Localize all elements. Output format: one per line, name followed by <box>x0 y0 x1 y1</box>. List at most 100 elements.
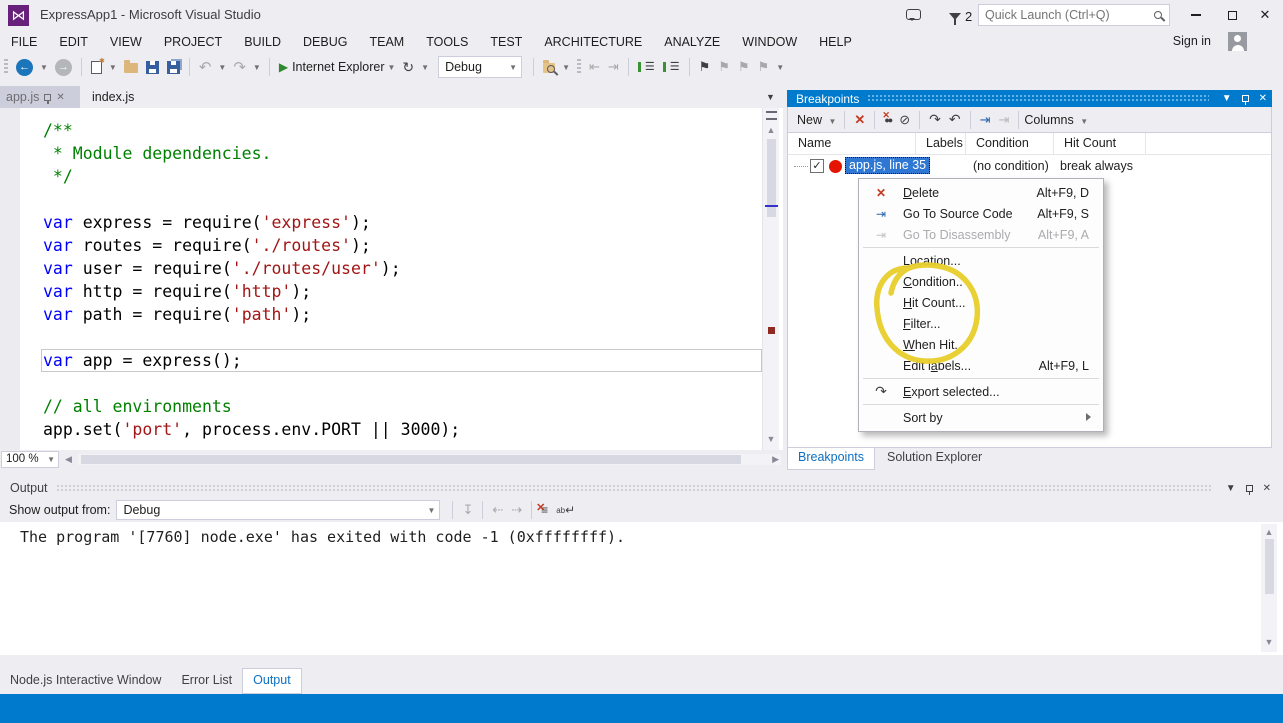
menu-window[interactable]: WINDOW <box>731 31 808 53</box>
column-header-name[interactable]: Name <box>788 133 916 155</box>
context-menu-item-location[interactable]: Location... <box>859 250 1103 271</box>
decrease-indent-icon[interactable]: ☰ <box>638 62 655 72</box>
menu-team[interactable]: TEAM <box>358 31 415 53</box>
user-avatar-icon[interactable] <box>1228 32 1247 51</box>
tab-index-js[interactable]: index.js <box>84 86 142 108</box>
window-position-dropdown-icon[interactable]: ▼ <box>1222 93 1232 104</box>
redo-dropdown-icon[interactable]: ▼ <box>253 63 261 72</box>
context-menu-item-sort-by[interactable]: Sort by <box>859 407 1103 428</box>
breakpoint-name[interactable]: app.js, line 35 <box>845 157 930 174</box>
save-all-icon[interactable] <box>167 61 180 74</box>
redo-icon[interactable]: ↷ <box>233 58 246 76</box>
tab-nodejs-interactive-window[interactable]: Node.js Interactive Window <box>0 668 171 687</box>
zoom-control[interactable]: 100 % ▼ <box>1 451 59 468</box>
uncomment-icon[interactable]: ⇥ <box>608 59 619 75</box>
editor-horizontal-scrollbar[interactable]: ▶ <box>78 454 781 465</box>
notifications-button[interactable]: 2 <box>949 9 972 24</box>
quick-launch-input[interactable] <box>979 8 1154 22</box>
scroll-left-icon[interactable]: ◀ <box>65 454 72 465</box>
scroll-up-icon[interactable]: ▲ <box>1261 527 1277 537</box>
pin-icon[interactable] <box>1242 95 1249 102</box>
new-file-dropdown-icon[interactable]: ▼ <box>109 63 117 72</box>
toggle-bookmark-icon[interactable]: ⚑ <box>699 59 711 75</box>
output-panel-titlebar[interactable]: Output ▼ ✕ <box>0 478 1276 498</box>
save-icon[interactable] <box>146 61 159 74</box>
editor-vertical-scrollbar[interactable]: ▲ ▼ <box>762 108 779 450</box>
context-menu-item-go-to-disassembly[interactable]: ⇥ Go To Disassembly Alt+F9, A <box>859 224 1103 245</box>
refresh-icon[interactable]: ↻ <box>402 59 414 76</box>
menu-test[interactable]: TEST <box>479 31 533 53</box>
clear-bookmarks-icon[interactable]: ⚑ <box>758 59 770 75</box>
scrollbar-thumb[interactable] <box>1265 539 1274 594</box>
new-breakpoint-button[interactable]: New ▼ <box>797 113 839 127</box>
tab-output[interactable]: Output <box>242 668 302 694</box>
previous-bookmark-icon[interactable]: ⚑ <box>718 59 730 75</box>
scroll-down-icon[interactable]: ▼ <box>1261 637 1277 647</box>
previous-message-icon[interactable]: ⇠ <box>492 502 503 518</box>
new-file-icon[interactable] <box>91 61 102 74</box>
disable-all-breakpoints-icon[interactable]: ⊘ <box>899 112 910 128</box>
delete-breakpoint-icon[interactable]: ✕ <box>854 112 865 128</box>
code-editor[interactable]: /** * Module dependencies. */ var expres… <box>0 108 783 450</box>
toggle-word-wrap-icon[interactable]: ab↵ <box>556 503 575 517</box>
menu-help[interactable]: HELP <box>808 31 863 53</box>
increase-indent-icon[interactable]: ☰ <box>663 62 680 72</box>
navigate-forward-icon[interactable]: → <box>55 59 72 76</box>
output-console[interactable]: The program '[7760] node.exe' has exited… <box>0 522 1283 655</box>
toolbar-grip[interactable] <box>4 59 8 75</box>
breakpoints-panel-titlebar[interactable]: Breakpoints ▼ ✕ <box>787 90 1272 107</box>
breakpoint-row[interactable]: ✓ app.js, line 35 (no condition) break a… <box>788 156 1271 177</box>
tab-breakpoints[interactable]: Breakpoints <box>787 448 875 470</box>
tab-list-dropdown-icon[interactable]: ▼ <box>766 92 775 102</box>
start-debug-icon[interactable]: ▶ <box>279 60 288 74</box>
scroll-right-icon[interactable]: ▶ <box>772 454 779 465</box>
clear-all-output-icon[interactable]: ≡✕ <box>541 503 548 517</box>
undo-dropdown-icon[interactable]: ▼ <box>218 63 226 72</box>
tab-app-js[interactable]: app.js ✕ <box>0 86 80 108</box>
breakpoint-margin[interactable] <box>0 108 20 450</box>
menu-edit[interactable]: EDIT <box>48 31 98 53</box>
export-all-breakpoints-icon[interactable]: ↷ <box>929 111 941 128</box>
scroll-up-icon[interactable]: ▲ <box>763 125 779 135</box>
comment-out-icon[interactable]: ⇤ <box>589 59 600 75</box>
code-area[interactable]: /** * Module dependencies. */ var expres… <box>43 119 460 441</box>
pin-icon[interactable] <box>44 94 51 101</box>
menu-project[interactable]: PROJECT <box>153 31 233 53</box>
tab-solution-explorer[interactable]: Solution Explorer <box>875 448 994 470</box>
tab-error-list[interactable]: Error List <box>171 668 242 687</box>
menu-file[interactable]: FILE <box>0 31 48 53</box>
go-to-disassembly-icon[interactable]: ⇥ <box>998 112 1009 128</box>
browser-select-dropdown-icon[interactable]: ▼ <box>388 63 396 72</box>
column-header-hit-count[interactable]: Hit Count <box>1054 133 1146 155</box>
scroll-down-icon[interactable]: ▼ <box>763 434 779 444</box>
close-tab-icon[interactable]: ✕ <box>56 92 64 103</box>
menu-analyze[interactable]: ANALYZE <box>653 31 731 53</box>
output-source-combo[interactable]: Debug ▼ <box>116 500 440 520</box>
refresh-dropdown-icon[interactable]: ▼ <box>421 63 429 72</box>
navigate-backward-dropdown-icon[interactable]: ▼ <box>40 63 48 72</box>
scrollbar-thumb[interactable] <box>81 455 741 464</box>
menu-debug[interactable]: DEBUG <box>292 31 358 53</box>
context-menu-item-hit-count[interactable]: Hit Count... <box>859 292 1103 313</box>
window-position-dropdown-icon[interactable]: ▼ <box>1226 483 1236 494</box>
feedback-icon[interactable] <box>906 9 921 20</box>
find-in-files-icon[interactable] <box>543 61 555 73</box>
context-menu-item-when-hit[interactable]: When Hit... <box>859 334 1103 355</box>
solution-configuration-combo[interactable]: Debug ▼ <box>438 56 522 78</box>
go-to-source-code-icon[interactable]: ⇥ <box>980 112 991 128</box>
close-panel-icon[interactable]: ✕ <box>1259 93 1267 104</box>
delete-all-breakpoints-icon[interactable]: ●●✕ <box>884 115 891 125</box>
menu-tools[interactable]: TOOLS <box>415 31 479 53</box>
menu-view[interactable]: VIEW <box>99 31 153 53</box>
maximize-button[interactable] <box>1214 0 1250 30</box>
sign-in-link[interactable]: Sign in <box>1173 34 1211 48</box>
next-message-icon[interactable]: ⇢ <box>511 502 522 518</box>
menu-architecture[interactable]: ARCHITECTURE <box>533 31 653 53</box>
column-header-labels[interactable]: Labels <box>916 133 966 155</box>
next-bookmark-icon[interactable]: ⚑ <box>738 59 750 75</box>
context-menu-item-export-selected[interactable]: ↷ Export selected... <box>859 381 1103 402</box>
navigate-backward-icon[interactable]: ← <box>16 59 33 76</box>
context-menu-item-edit-labels[interactable]: Edit labels... Alt+F9, L <box>859 355 1103 376</box>
close-button[interactable]: ✕ <box>1247 0 1283 30</box>
menu-build[interactable]: BUILD <box>233 31 292 53</box>
